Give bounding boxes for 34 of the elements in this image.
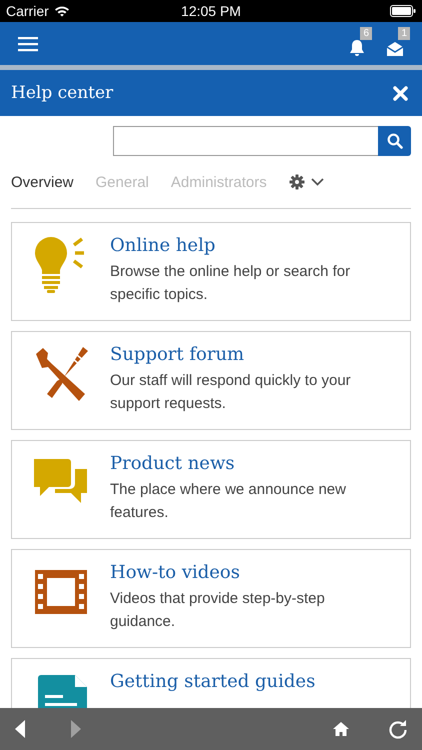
search-icon	[386, 133, 402, 149]
notification-count: 6	[360, 26, 372, 40]
search-button[interactable]	[378, 126, 411, 156]
envelope-icon[interactable]	[386, 40, 404, 56]
help-card[interactable]: Product news The place where we announce new features.	[11, 440, 411, 539]
card-title: Product news	[110, 453, 236, 474]
message-count: 1	[398, 26, 410, 40]
chevron-down-icon	[310, 178, 324, 186]
clock-time: 12:05 PM	[180, 3, 242, 19]
card-title: Online help	[110, 235, 216, 256]
tab[interactable]: Overview	[11, 174, 74, 190]
menu-icon[interactable]	[18, 36, 38, 52]
panel-title: Help center	[11, 83, 114, 103]
reload-icon[interactable]	[388, 719, 408, 739]
bell-icon[interactable]	[348, 38, 366, 56]
card-title: How-to videos	[110, 562, 241, 583]
home-icon[interactable]	[332, 721, 350, 737]
card-title: Support forum	[110, 344, 246, 365]
battery-icon	[390, 5, 416, 17]
help-card[interactable]: Online help Browse the online help or search for specific topics.	[11, 222, 411, 321]
close-icon[interactable]	[393, 86, 408, 100]
wifi-icon	[54, 5, 70, 17]
card-description: Videos that provide step-by-step guidance.	[110, 589, 326, 632]
carrier-label: Carrier	[6, 3, 49, 19]
card-title: Getting started guides	[110, 671, 316, 692]
back-icon[interactable]	[14, 719, 26, 739]
settings-icon	[288, 174, 305, 190]
card-description: Browse the online help or search for specific topics.	[110, 262, 352, 305]
card-description: Our staff will respond quickly to your support requests.	[110, 371, 352, 414]
card-description: The place where we announce new features.	[110, 480, 347, 523]
settings-dropdown[interactable]	[288, 174, 324, 190]
help-card[interactable]: Support forum Our staff will respond quickly to your support requests.	[11, 331, 411, 430]
search-field[interactable]	[113, 126, 378, 156]
help-card[interactable]: How-to videos Videos that provide step-by-step guidance.	[11, 549, 411, 648]
